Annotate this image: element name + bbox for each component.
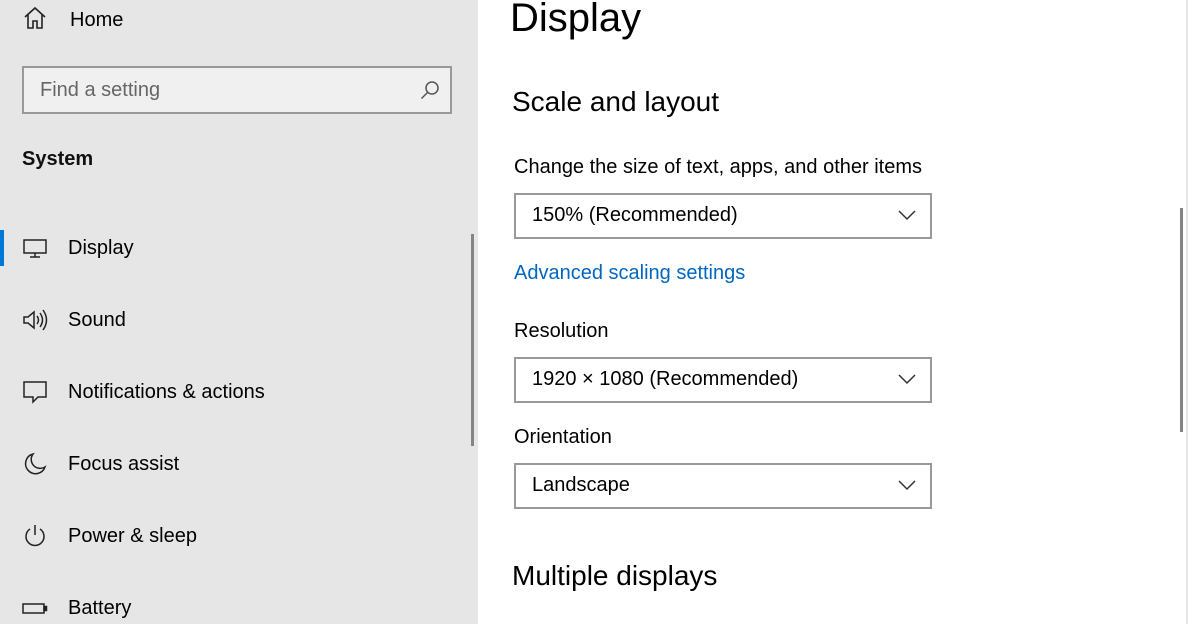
orientation-dropdown[interactable]: Landscape: [514, 463, 932, 509]
search-input[interactable]: [24, 68, 420, 112]
section-label-system: System: [22, 148, 94, 170]
home-icon: [22, 5, 48, 36]
resolution-label: Resolution: [514, 320, 609, 342]
chevron-down-icon: [898, 374, 916, 385]
moon-icon: [22, 451, 48, 477]
sidebar-item-label: Battery: [68, 596, 132, 619]
sidebar-item-power-sleep[interactable]: Power & sleep: [0, 500, 470, 572]
resolution-dropdown-value: 1920 × 1080 (Recommended): [532, 368, 799, 390]
main-scrollbar[interactable]: [1180, 208, 1183, 432]
sidebar-item-sound[interactable]: Sound: [0, 284, 470, 356]
window-edge: [1186, 0, 1188, 624]
search-box: [22, 66, 452, 114]
resolution-dropdown[interactable]: 1920 × 1080 (Recommended): [514, 357, 932, 403]
sidebar-item-battery[interactable]: Battery: [0, 572, 470, 624]
scale-layout-heading: Scale and layout: [512, 86, 720, 117]
settings-window: Home System Displa: [0, 0, 1189, 624]
speaker-icon: [22, 307, 48, 333]
scale-dropdown[interactable]: 150% (Recommended): [514, 193, 932, 239]
sidebar-item-focus-assist[interactable]: Focus assist: [0, 428, 470, 500]
sidebar: Home System Displa: [0, 0, 478, 624]
sidebar-item-label: Notifications & actions: [68, 380, 265, 403]
advanced-scaling-link[interactable]: Advanced scaling settings: [514, 262, 745, 285]
search-icon[interactable]: [420, 80, 440, 100]
orientation-dropdown-value: Landscape: [532, 474, 630, 496]
power-icon: [22, 523, 48, 549]
orientation-label: Orientation: [514, 426, 612, 448]
sidebar-item-label: Sound: [68, 308, 126, 331]
sidebar-item-notifications[interactable]: Notifications & actions: [0, 356, 470, 428]
battery-icon: [22, 595, 48, 621]
main-content: Display Scale and layout Change the size…: [478, 0, 1189, 624]
page-title: Display: [510, 0, 642, 40]
sidebar-item-label: Power & sleep: [68, 524, 197, 547]
size-label: Change the size of text, apps, and other…: [514, 156, 923, 178]
monitor-icon: [22, 235, 48, 261]
sidebar-nav: Display Sound Notifications & actions Fo…: [0, 212, 470, 624]
sidebar-item-display[interactable]: Display: [0, 212, 470, 284]
home-label: Home: [70, 8, 124, 31]
multiple-displays-heading: Multiple displays: [512, 560, 718, 591]
chevron-down-icon: [898, 210, 916, 221]
sidebar-scrollbar[interactable]: [471, 234, 474, 446]
notification-icon: [22, 379, 48, 405]
scale-dropdown-value: 150% (Recommended): [532, 204, 738, 226]
chevron-down-icon: [898, 480, 916, 491]
home-nav-item[interactable]: Home: [22, 4, 123, 36]
sidebar-item-label: Focus assist: [68, 452, 180, 475]
sidebar-item-label: Display: [68, 236, 134, 259]
